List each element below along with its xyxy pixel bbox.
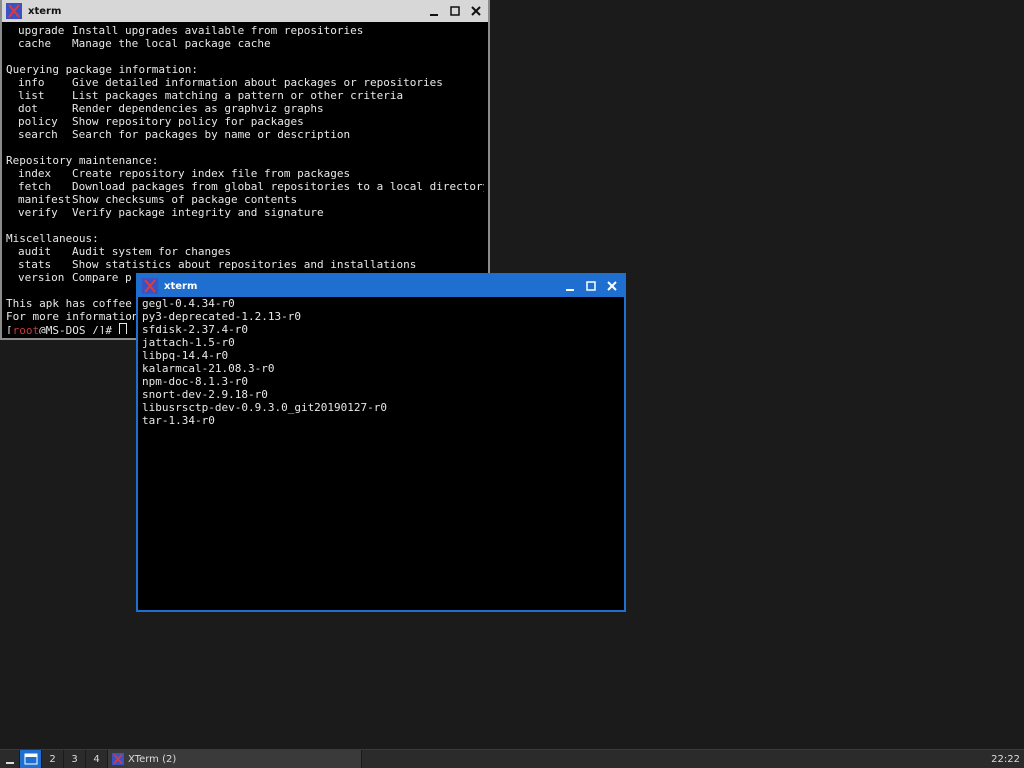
command-description: Audit system for changes [72, 245, 231, 258]
command-description: Compare p [72, 271, 132, 284]
maximize-icon [450, 6, 460, 16]
taskbar-task-xterm[interactable]: XTerm (2) [108, 750, 362, 768]
show-desktop-button[interactable] [0, 750, 20, 768]
terminal-line: stats Show statistics about repositories … [6, 258, 484, 271]
terminal-line: list List packages matching a pattern or … [6, 89, 484, 102]
command-description: Show statistics about repositories and i… [72, 258, 417, 271]
terminal-line: info Give detailed information about pack… [6, 76, 484, 89]
command-description: Show checksums of package contents [72, 193, 298, 206]
taskbar: 2 3 4 XTerm (2) 22:22 [0, 749, 1024, 768]
command-description: Show repository policy for packages [72, 115, 304, 128]
terminal-line: verify Verify package integrity and signa… [6, 206, 484, 219]
close-button[interactable] [603, 277, 621, 295]
command-description: Install upgrades available from reposito… [72, 24, 364, 37]
command-description: Create repository index file from packag… [72, 167, 351, 180]
command-name: dot [18, 102, 38, 115]
xterm-x-icon [112, 753, 124, 765]
command-name: info [18, 76, 45, 89]
package-line: npm-doc-8.1.3-r0 [142, 375, 248, 388]
titlebar[interactable]: xterm [2, 0, 488, 22]
terminal-line: policy Show repository policy for package… [6, 115, 484, 128]
terminal-line: search Search for packages by name or des… [6, 128, 484, 141]
maximize-button[interactable] [446, 2, 464, 20]
command-name: version [18, 271, 65, 284]
package-line: tar-1.34-r0 [142, 414, 215, 427]
terminal-line: audit Audit system for changes [6, 245, 484, 258]
command-description: Give detailed information about packages… [72, 76, 443, 89]
workspace-2-button[interactable]: 2 [42, 750, 64, 768]
command-description: Search for packages by name or descripti… [72, 128, 351, 141]
cursor [118, 323, 127, 334]
maximize-button[interactable] [582, 277, 600, 295]
terminal-line: index Create repository index file from p… [6, 167, 484, 180]
minimize-icon [566, 289, 574, 291]
close-icon [471, 6, 481, 16]
command-description: Download packages from global repositori… [72, 180, 484, 193]
xterm-window-foreground[interactable]: xterm gegl-0.4.34-r0 py3-deprecated-1.2.1… [136, 273, 626, 612]
command-description: List packages matching a pattern or othe… [72, 89, 404, 102]
terminal-line: upgrade Install upgrades available from r… [6, 24, 484, 37]
command-description: Verify package integrity and signature [72, 206, 324, 219]
task-label: XTerm (2) [128, 753, 177, 765]
command-description: Manage the local package cache [72, 37, 271, 50]
command-name: manifest [18, 193, 71, 206]
xterm-x-icon [142, 278, 158, 294]
terminal-line: dot Render dependencies as graphviz graph… [6, 102, 484, 115]
terminal-line: Repository maintenance: [6, 154, 159, 167]
clock[interactable]: 22:22 [987, 754, 1024, 765]
package-line: sfdisk-2.37.4-r0 [142, 323, 248, 336]
command-name: verify [18, 206, 58, 219]
command-description: Render dependencies as graphviz graphs [72, 102, 324, 115]
terminal-line: Miscellaneous: [6, 232, 99, 245]
command-name: cache [18, 37, 52, 50]
package-line: gegl-0.4.34-r0 [142, 297, 235, 310]
terminal-output[interactable]: gegl-0.4.34-r0 py3-deprecated-1.2.13-r0 sf… [142, 297, 620, 606]
package-line: jattach-1.5-r0 [142, 336, 235, 349]
command-name: policy [18, 115, 58, 128]
close-icon [607, 281, 617, 291]
terminal-line: cache Manage the local package cache [6, 37, 484, 50]
terminal-line: fetch Download packages from global repos… [6, 180, 484, 193]
minimize-button[interactable] [425, 2, 443, 20]
workspace-window-icon [24, 753, 37, 765]
package-line: libusrsctp-dev-0.9.3.0_git20190127-r0 [142, 401, 388, 414]
package-line: py3-deprecated-1.2.13-r0 [142, 310, 301, 323]
workspace-1-button[interactable] [20, 750, 42, 768]
prompt-bracket: [ [6, 324, 13, 334]
workspace-3-button[interactable]: 3 [64, 750, 86, 768]
prompt-user: root [12, 324, 40, 334]
minimize-icon [430, 14, 438, 16]
command-name: stats [18, 258, 52, 271]
package-line: kalarmcal-21.08.3-r0 [142, 362, 275, 375]
package-line: libpq-14.4-r0 [142, 349, 229, 362]
terminal-line: manifestShow checksums of package conten… [6, 193, 484, 206]
window-title: xterm [28, 5, 62, 17]
minimize-icon [5, 762, 14, 764]
package-line: snort-dev-2.9.18-r0 [142, 388, 268, 401]
workspace-4-button[interactable]: 4 [86, 750, 108, 768]
command-name: fetch [18, 180, 52, 193]
terminal-line: Querying package information: [6, 63, 199, 76]
window-title: xterm [164, 280, 198, 292]
close-button[interactable] [467, 2, 485, 20]
command-name: list [18, 89, 45, 102]
command-name: index [18, 167, 52, 180]
prompt-host-path: @MS-DOS /]# [39, 324, 119, 334]
command-name: audit [18, 245, 52, 258]
command-name: upgrade [18, 24, 65, 37]
command-name: search [18, 128, 58, 141]
minimize-button[interactable] [561, 277, 579, 295]
titlebar[interactable]: xterm [138, 275, 624, 297]
maximize-icon [586, 281, 596, 291]
xterm-x-icon [6, 3, 22, 19]
